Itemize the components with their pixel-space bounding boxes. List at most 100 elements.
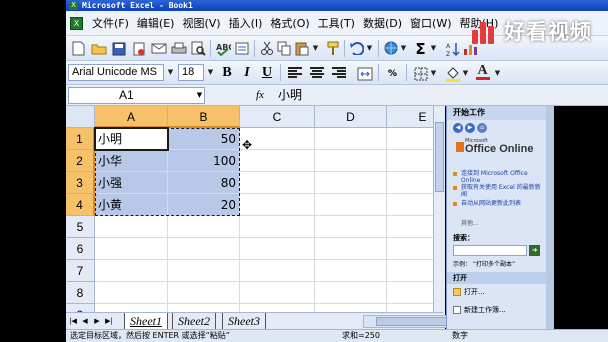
menu-insert[interactable]: 插入(I) <box>225 11 267 36</box>
cut-icon[interactable] <box>258 40 275 57</box>
empty-cell[interactable] <box>168 260 240 282</box>
empty-cell[interactable] <box>95 216 168 238</box>
empty-cell[interactable] <box>95 304 168 312</box>
formula-input[interactable]: 小明 <box>274 87 504 104</box>
empty-cell[interactable] <box>315 260 387 282</box>
row-header-1[interactable]: 1 <box>66 128 95 150</box>
empty-cell[interactable] <box>168 238 240 260</box>
fill-color-icon[interactable] <box>444 65 461 82</box>
row-header-5[interactable]: 5 <box>66 216 95 238</box>
excel-app-icon[interactable]: X <box>69 1 78 10</box>
borders-icon[interactable] <box>412 65 429 82</box>
row-header-4[interactable]: 4 <box>66 194 95 216</box>
empty-cell[interactable] <box>95 260 168 282</box>
last-sheet-icon[interactable]: ▶| <box>104 316 114 327</box>
empty-cell[interactable] <box>315 128 387 150</box>
empty-cell[interactable] <box>315 282 387 304</box>
empty-cell[interactable] <box>315 172 387 194</box>
row-header-6[interactable]: 6 <box>66 238 95 260</box>
row-header-8[interactable]: 8 <box>66 282 95 304</box>
row-header-7[interactable]: 7 <box>66 260 95 282</box>
empty-cell[interactable] <box>315 238 387 260</box>
undo-icon[interactable] <box>348 40 365 57</box>
permission-icon[interactable] <box>130 40 147 57</box>
merge-center-icon[interactable] <box>356 65 373 82</box>
first-sheet-icon[interactable]: |◀ <box>68 316 78 327</box>
font-name-box[interactable]: Arial Unicode MS <box>68 64 164 81</box>
empty-cell[interactable] <box>240 172 315 194</box>
empty-cell[interactable] <box>168 282 240 304</box>
print-icon[interactable] <box>170 40 187 57</box>
workbook-icon[interactable]: X <box>70 17 83 30</box>
align-right-icon[interactable] <box>332 67 346 79</box>
empty-cell[interactable] <box>240 216 315 238</box>
sheet-tab-2[interactable]: Sheet2 <box>172 313 216 329</box>
empty-cell[interactable] <box>240 282 315 304</box>
autosum-icon[interactable]: Σ <box>412 40 429 58</box>
font-color-dropdown-icon[interactable]: ▼ <box>492 65 503 82</box>
fx-icon[interactable]: fx <box>256 87 264 104</box>
underline-button[interactable]: U <box>258 64 276 82</box>
font-size-dropdown-icon[interactable]: ▼ <box>205 64 216 81</box>
sheet-tab-3[interactable]: Sheet3 <box>222 313 266 329</box>
cell-a3[interactable]: 小强 <box>95 172 168 194</box>
new-file-icon[interactable] <box>70 40 87 57</box>
column-header-b[interactable]: B <box>168 106 240 128</box>
research-icon[interactable] <box>234 40 251 57</box>
empty-cell[interactable] <box>240 238 315 260</box>
cell-b1[interactable]: 50 <box>168 128 240 150</box>
forward-icon[interactable]: ▶ <box>465 123 475 133</box>
empty-cell[interactable] <box>315 150 387 172</box>
prev-sheet-icon[interactable]: ◀ <box>80 316 90 327</box>
link-more[interactable]: 其他... <box>461 218 479 227</box>
save-icon[interactable] <box>110 40 127 57</box>
align-center-icon[interactable] <box>310 67 324 79</box>
empty-cell[interactable] <box>240 194 315 216</box>
cell-b3[interactable]: 80 <box>168 172 240 194</box>
undo-dropdown-icon[interactable]: ▼ <box>364 40 375 57</box>
cell-a1[interactable]: 小明 <box>95 128 168 150</box>
next-sheet-icon[interactable]: ▶ <box>92 316 102 327</box>
copy-icon[interactable] <box>276 40 293 57</box>
cell-b4[interactable]: 20 <box>168 194 240 216</box>
empty-cell[interactable] <box>240 304 315 312</box>
paste-dropdown-icon[interactable]: ▼ <box>310 40 321 57</box>
bold-button[interactable]: B <box>218 64 236 82</box>
empty-cell[interactable] <box>315 304 387 312</box>
empty-cell[interactable] <box>315 194 387 216</box>
select-all-corner[interactable] <box>66 106 95 128</box>
open-more-link[interactable]: 打开... <box>453 288 485 297</box>
row-header-2[interactable]: 2 <box>66 150 95 172</box>
menu-window[interactable]: 窗口(W) <box>406 11 455 36</box>
menu-view[interactable]: 视图(V) <box>178 11 224 36</box>
home-icon[interactable]: ⌂ <box>477 123 487 133</box>
back-icon[interactable]: ◀ <box>453 123 463 133</box>
cell-b2[interactable]: 100 <box>168 150 240 172</box>
menu-tools[interactable]: 工具(T) <box>314 11 359 36</box>
align-left-icon[interactable] <box>288 67 302 79</box>
horizontal-scroll-thumb[interactable] <box>376 317 456 326</box>
format-painter-icon[interactable] <box>324 40 341 57</box>
print-preview-icon[interactable] <box>190 40 207 57</box>
fill-color-dropdown-icon[interactable]: ▼ <box>460 65 471 82</box>
empty-cell[interactable] <box>315 216 387 238</box>
email-icon[interactable] <box>150 40 167 57</box>
currency-icon[interactable]: % <box>384 65 401 82</box>
empty-cell[interactable] <box>95 282 168 304</box>
sheet-tab-1[interactable]: Sheet1 <box>124 313 168 329</box>
menu-edit[interactable]: 编辑(E) <box>133 11 179 36</box>
italic-button[interactable]: I <box>238 64 256 82</box>
empty-cell[interactable] <box>95 238 168 260</box>
task-pane-search-input[interactable] <box>453 245 527 256</box>
name-box-dropdown-icon[interactable]: ▼ <box>194 87 205 104</box>
font-name-dropdown-icon[interactable]: ▼ <box>165 64 176 81</box>
link-auto-update[interactable]: 自动从网站更新此列表 <box>461 200 543 207</box>
open-folder-icon[interactable] <box>90 40 107 57</box>
borders-dropdown-icon[interactable]: ▼ <box>428 65 439 82</box>
new-workbook-link[interactable]: 新建工作簿... <box>453 306 506 315</box>
empty-cell[interactable] <box>240 260 315 282</box>
search-go-icon[interactable]: ➜ <box>529 245 540 256</box>
empty-cell[interactable] <box>168 216 240 238</box>
hyperlink-dropdown-icon[interactable]: ▼ <box>398 40 409 57</box>
menu-file[interactable]: 文件(F) <box>88 11 133 36</box>
